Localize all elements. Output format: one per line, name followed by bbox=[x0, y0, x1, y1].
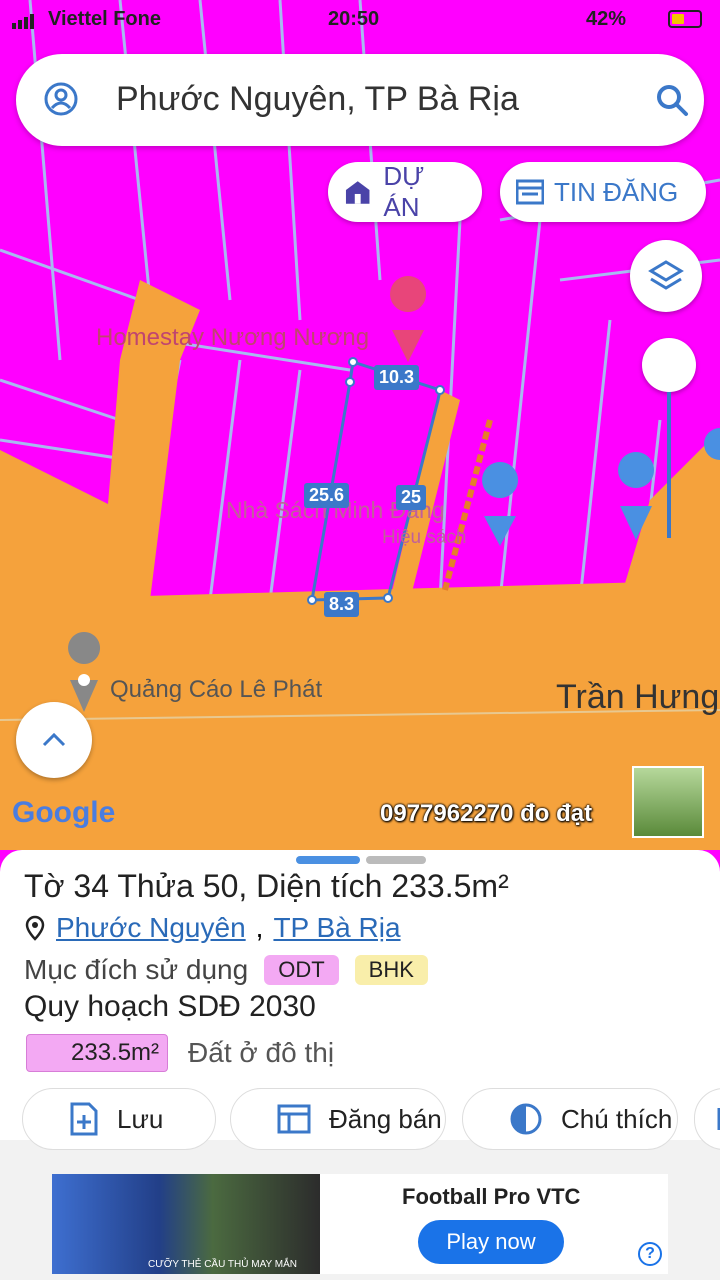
search-icon[interactable] bbox=[654, 82, 690, 118]
map-pin-icon bbox=[25, 915, 45, 941]
poi-homestay-label[interactable]: Homestay Nương Nương bbox=[96, 324, 369, 352]
expand-up-button[interactable] bbox=[16, 702, 92, 778]
more-actions-button[interactable] bbox=[694, 1088, 720, 1150]
ad-info-icon[interactable]: ? bbox=[638, 1242, 662, 1266]
sheet-number: 34 bbox=[73, 868, 110, 904]
save-button[interactable]: Lưu bbox=[22, 1088, 216, 1150]
add-file-icon bbox=[70, 1102, 98, 1136]
contact-phone-label: 0977962270 đo đạt bbox=[380, 800, 593, 827]
area-word: Diện tích bbox=[256, 868, 383, 904]
signal-icon bbox=[12, 14, 34, 29]
battery-icon bbox=[668, 10, 702, 28]
tag-bhk[interactable]: BHK bbox=[354, 955, 428, 985]
tag-odt[interactable]: ODT bbox=[264, 955, 339, 985]
plan-area-chip: 233.5m² bbox=[26, 1034, 169, 1072]
save-label: Lưu bbox=[117, 1103, 164, 1134]
city-link[interactable]: TP Bà Rịa bbox=[273, 912, 400, 944]
listings-chip[interactable]: TIN ĐĂNG bbox=[500, 162, 706, 222]
location-icon[interactable] bbox=[44, 82, 78, 116]
building-icon bbox=[345, 181, 370, 204]
plan-label: Quy hoạch SDĐ 2030 bbox=[24, 990, 316, 1023]
dimension-bottom-label: 8.3 bbox=[324, 592, 360, 617]
ad-caption: CƯỠY THẺ CẦU THỦ MAY MẮN bbox=[148, 1259, 297, 1270]
listing-icon bbox=[277, 1104, 311, 1134]
post-for-sale-label: Đăng bán bbox=[329, 1103, 442, 1134]
ad-app-name: Football Pro VTC bbox=[402, 1184, 581, 1209]
dimension-left-label: 25.6 bbox=[304, 483, 350, 508]
dimension-right-label: 25 bbox=[396, 485, 427, 510]
play-now-button[interactable]: Play now bbox=[418, 1220, 564, 1264]
area-value: 233.5m² bbox=[391, 868, 509, 904]
carrier-name: Viettel Fone bbox=[48, 8, 161, 30]
status-bar: Viettel Fone 20:50 42% bbox=[0, 0, 720, 40]
status-time: 20:50 bbox=[328, 8, 380, 30]
projects-chip[interactable]: DỰ ÁN bbox=[328, 161, 482, 222]
sheet-handle[interactable] bbox=[296, 856, 360, 864]
road-name-label: Trần Hưng bbox=[556, 678, 720, 716]
poi-advertising-label[interactable]: Quảng Cáo Lê Phát bbox=[110, 676, 322, 704]
plot-number: 50 bbox=[202, 868, 239, 904]
plan-area-row: 233.5m² Đất ở đô thị bbox=[26, 1034, 334, 1072]
post-for-sale-button[interactable]: Đăng bán bbox=[230, 1088, 446, 1150]
search-bar[interactable]: Phước Nguyên, TP Bà Rịa bbox=[16, 54, 704, 146]
purpose-label: Mục đích sử dụng bbox=[24, 954, 249, 985]
add-icon bbox=[717, 1108, 720, 1130]
listing-icon bbox=[516, 179, 544, 205]
dimension-top-label: 10.3 bbox=[374, 365, 420, 390]
plan-area-description: Đất ở đô thị bbox=[188, 1037, 335, 1068]
google-logo: Google bbox=[12, 796, 116, 829]
poi-bookstore-category: Hiệu sách bbox=[382, 527, 467, 548]
parcel-title: Tờ 34 Thửa 50, Diện tích 233.5m² bbox=[24, 868, 509, 904]
legend-label: Chú thích bbox=[561, 1103, 673, 1134]
ad-banner[interactable]: CƯỠY THẺ CẦU THỦ MAY MẮN Football Pro VT… bbox=[52, 1174, 668, 1274]
battery-percent: 42% bbox=[586, 8, 627, 30]
legend-button[interactable]: Chú thích bbox=[462, 1088, 678, 1150]
ad-image[interactable]: CƯỠY THẺ CẦU THỦ MAY MẮN bbox=[52, 1174, 320, 1274]
map-layers-button[interactable] bbox=[630, 240, 702, 312]
layers-icon bbox=[648, 260, 684, 290]
action-bar: Lưu Đăng bán Chú thích bbox=[0, 1088, 720, 1154]
sheet-word: Tờ bbox=[24, 868, 65, 904]
opacity-slider-track[interactable] bbox=[667, 392, 671, 538]
listings-chip-label: TIN ĐĂNG bbox=[554, 176, 679, 207]
profile-thumbnail[interactable] bbox=[632, 766, 704, 838]
parcel-address: Phước Nguyên, TP Bà Rịa bbox=[24, 912, 401, 944]
sheet-handle-secondary[interactable] bbox=[366, 856, 426, 864]
search-input[interactable]: Phước Nguyên, TP Bà Rịa bbox=[116, 80, 519, 119]
chevron-up-icon bbox=[42, 732, 66, 747]
projects-chip-label: DỰ ÁN bbox=[383, 161, 425, 222]
plot-word: Thửa bbox=[117, 868, 194, 904]
half-circle-icon bbox=[510, 1103, 542, 1135]
ward-link[interactable]: Phước Nguyên bbox=[56, 912, 246, 944]
land-use-purpose: Mục đích sử dụng ODT BHK bbox=[24, 954, 428, 986]
opacity-slider-handle[interactable] bbox=[642, 338, 696, 392]
